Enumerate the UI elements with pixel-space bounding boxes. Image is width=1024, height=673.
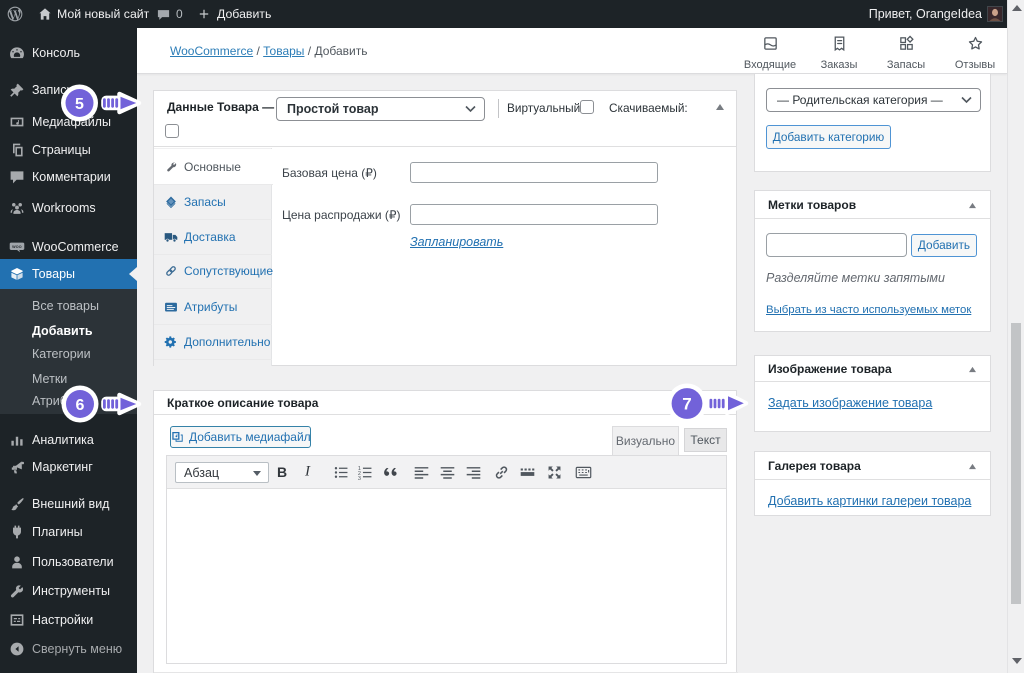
svg-text:5: 5 — [75, 96, 84, 113]
svg-text:WOO: WOO — [12, 245, 22, 249]
svg-text:6: 6 — [76, 397, 85, 414]
svg-text:3: 3 — [358, 476, 361, 481]
svg-text:7: 7 — [682, 395, 691, 414]
